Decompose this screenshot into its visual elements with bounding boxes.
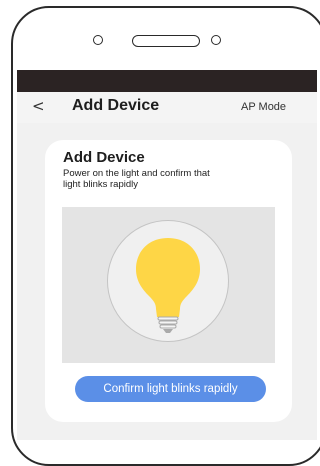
earpiece-speaker bbox=[132, 35, 200, 47]
light-bulb-icon bbox=[136, 238, 200, 333]
nav-bar: < Add Device AP Mode bbox=[17, 92, 317, 123]
page-title: Add Device bbox=[72, 97, 160, 114]
status-bar bbox=[17, 70, 317, 92]
card-title: Add Device bbox=[63, 149, 145, 166]
confirm-blink-button[interactable]: Confirm light blinks rapidly bbox=[75, 376, 266, 402]
device-illustration bbox=[62, 207, 275, 363]
back-button[interactable]: < bbox=[32, 97, 45, 115]
add-device-card: Add Device Power on the light and confir… bbox=[45, 140, 292, 422]
ap-mode-link[interactable]: AP Mode bbox=[241, 101, 286, 113]
bulb-backdrop bbox=[107, 220, 229, 342]
proximity-sensor bbox=[211, 35, 221, 45]
card-instruction: Power on the light and confirm that ligh… bbox=[63, 168, 210, 190]
app-screen: < Add Device AP Mode Add Device Power on… bbox=[17, 70, 317, 440]
front-camera bbox=[93, 35, 103, 45]
